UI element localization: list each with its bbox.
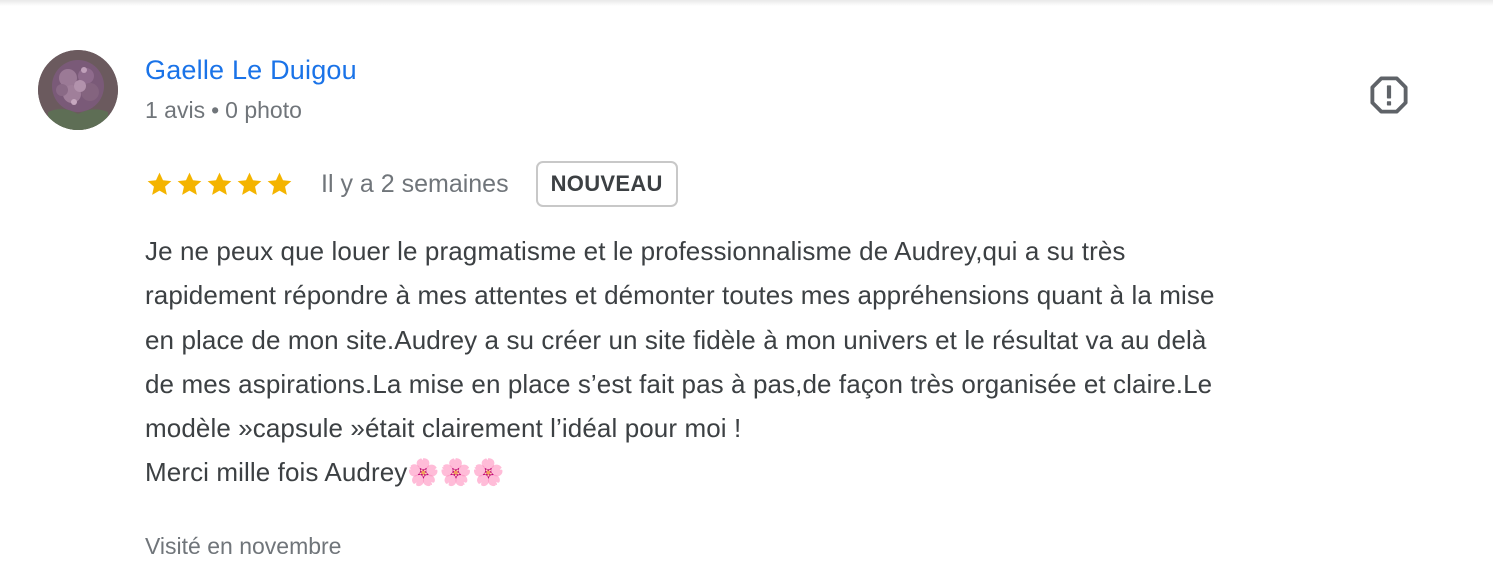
- author-name-link[interactable]: Gaelle Le Duigou: [145, 55, 357, 86]
- star-icon: [267, 172, 292, 195]
- review-text: Je ne peux que louer le pragmatisme et l…: [145, 236, 1215, 488]
- report-button[interactable]: [1364, 70, 1414, 120]
- avatar[interactable]: [38, 50, 118, 130]
- new-badge: NOUVEAU: [535, 161, 678, 207]
- meta-separator: •: [211, 97, 220, 123]
- avatar-photo: [38, 50, 118, 130]
- photos-count: 0 photo: [225, 97, 302, 123]
- review-date: Il y a 2 semaines: [321, 169, 509, 198]
- author-meta: 1 avis • 0 photo: [145, 97, 302, 124]
- star-icon: [207, 172, 232, 195]
- review-card: Gaelle Le Duigou 1 avis • 0 photo Il y a 2…: [0, 0, 1493, 581]
- star-icon: [237, 172, 262, 195]
- star-icon: [147, 172, 172, 195]
- visited-date: Visité en novembre: [145, 533, 342, 559]
- star-rating: [145, 170, 294, 199]
- reviews-count: 1 avis: [145, 97, 206, 123]
- report-octagon-icon: [1370, 76, 1408, 114]
- rating-row: Il y a 2 semaines NOUVEAU: [145, 160, 678, 208]
- star-icon: [177, 172, 202, 195]
